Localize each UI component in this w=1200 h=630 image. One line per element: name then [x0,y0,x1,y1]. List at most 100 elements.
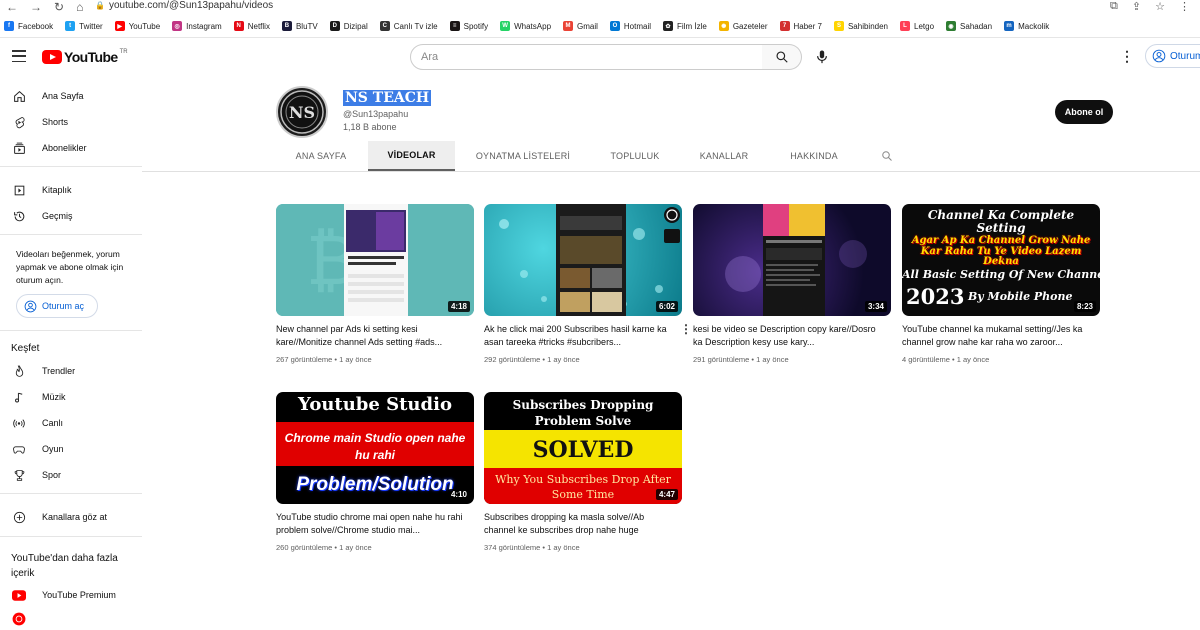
video-more-icon[interactable]: ⋮ [680,323,692,335]
video-title[interactable]: YouTube channel ka mukamal setting//Jes … [902,323,1092,349]
star-icon[interactable]: ☆ [1155,0,1165,13]
tab-home[interactable]: ANA SAYFA [282,141,360,171]
bookmark-item[interactable]: ≡ Spotify [449,21,488,31]
sidebar-item-label: YouTube Premium [42,590,116,600]
tab-playlists[interactable]: OYNATMA LİSTELERİ [467,141,579,171]
sidebar-item-label: Oyun [42,444,64,454]
settings-more-icon[interactable]: ⋮ [1120,48,1134,65]
video-title[interactable]: Subscribes dropping ka masla solve//Ab c… [484,511,674,537]
tab-videos[interactable]: VİDEOLAR [368,141,455,171]
signin-button[interactable]: Oturum [1145,44,1200,68]
sidebar-item-library[interactable]: Kitaplık [0,179,142,201]
video-thumbnail[interactable]: 3:34 [693,204,891,316]
thumbnail-graphic [725,204,867,316]
upload-age: 1 ay önce [339,355,372,364]
thumbnail-text: By Mobile Phone [968,290,1073,303]
bookmark-item[interactable]: W WhatsApp [500,21,551,31]
bookmark-item[interactable]: L Letgo [900,21,934,31]
bookmark-item[interactable]: ◎ Instagram [172,21,222,31]
bookmark-item[interactable]: O Hotmail [609,21,651,31]
video-thumbnail[interactable]: Youtube Studio Chrome main Studio open n… [276,392,474,504]
subscriber-count: 1,18 B abone [343,122,397,132]
address-bar[interactable]: 🔒 youtube.com/@Sun13papahu/videos [95,0,273,12]
bookmark-item[interactable]: C Canlı Tv izle [379,21,438,31]
install-icon[interactable]: ⧉ [1110,0,1118,13]
video-meta: 267 görüntüleme • 1 ay önce [276,355,372,364]
view-count: 291 görüntüleme [693,355,750,364]
bookmark-item[interactable]: ◉ Sahadan [946,21,992,31]
sidebar-item-sports[interactable]: Spor [0,464,142,486]
youtube-logo[interactable]: YouTube TR [42,49,128,65]
bookmark-item[interactable]: M Gmail [563,21,598,31]
bookmark-item[interactable]: ✿ Film İzle [663,21,707,31]
sidebar-item-browse-channels[interactable]: Kanallara göz at [0,506,142,528]
bookmark-item[interactable]: N Netflix [233,21,270,31]
bookmark-label: WhatsApp [514,21,552,31]
add-circle-icon [12,510,26,524]
bookmark-item[interactable]: B BluTV [281,21,318,31]
video-title[interactable]: YouTube studio chrome mai open nahe hu r… [276,511,466,537]
bookmark-label: Sahadan [960,21,993,31]
home-icon[interactable]: ⌂ [76,0,83,14]
sidebar-item-history[interactable]: Geçmiş [0,205,142,227]
video-thumbnail[interactable]: 6:02 [484,204,682,316]
sidebar-divider [0,493,142,494]
sidebar-item-subscriptions[interactable]: Abonelikler [0,137,142,159]
video-thumbnail[interactable]: Subscribes Dropping Problem Solve SOLVED… [484,392,682,504]
live-broadcast-icon [12,416,26,430]
bookmark-item[interactable]: S Sahibinden [833,21,888,31]
microphone-button[interactable] [812,47,832,67]
sidebar-item-shorts[interactable]: Shorts [0,111,142,133]
bookmark-item[interactable]: D Dizipal [329,21,368,31]
sidebar-item-gaming[interactable]: Oyun [0,438,142,460]
share-icon[interactable]: ⇪ [1132,0,1141,13]
trending-flame-icon [12,364,26,378]
bookmark-favicon-icon: ✿ [663,21,674,31]
back-arrow-icon[interactable]: ← [6,0,18,14]
bookmark-label: BluTV [295,21,318,31]
bookmark-label: Mackolik [1018,21,1050,31]
bookmark-item[interactable]: ▶ YouTube [114,21,160,31]
bookmark-item[interactable]: t Twitter [65,21,103,31]
sidebar-item-live[interactable]: Canlı [0,412,142,434]
bookmark-item[interactable]: f Facebook [4,21,53,31]
bookmark-item[interactable]: 7 Haber 7 [779,21,822,31]
video-thumbnail[interactable]: ₿ 4:18 [276,204,474,316]
bookmark-item[interactable]: m Mackolik [1004,21,1049,31]
more-icon[interactable]: ⋮ [1179,0,1190,13]
search-button[interactable] [762,44,802,70]
video-title[interactable]: Ak he click mai 200 Subscribes hasil kar… [484,323,674,349]
bookmarks-bar: f Facebook t Twitter ▶ YouTube ◎ Instagram N Netf… [4,18,1061,34]
thumbnail-text: Subscribes Dropping Problem Solve [512,398,654,428]
tab-about[interactable]: HAKKINDA [777,141,851,171]
thumbnail-graphic [499,204,680,316]
video-duration: 4:18 [447,301,470,312]
bookmark-favicon-icon: W [500,21,511,31]
sidebar-item-youtube-premium[interactable]: YouTube Premium [0,584,142,606]
forward-arrow-icon[interactable]: → [30,0,42,14]
search-icon [775,51,788,63]
video-title[interactable]: New channel par Ads ki setting kesi kare… [276,323,466,349]
video-title[interactable]: kesi be video se Description copy kare//… [693,323,883,349]
sidebar-signin-button[interactable]: Oturum aç [16,294,98,318]
tab-channels[interactable]: KANALLAR [687,141,761,171]
sidebar-item-music[interactable]: Müzik [0,386,142,408]
view-count: 260 görüntüleme [276,543,333,552]
sidebar-item-label: Ana Sayfa [42,91,84,101]
bookmark-item[interactable]: ✺ Gazeteler [718,21,768,31]
tab-community[interactable]: TOPLULUK [597,141,673,171]
channel-avatar[interactable]: NS [276,86,328,138]
video-thumbnail[interactable]: Channel Ka Complete Setting Agar Ap Ka C… [902,204,1100,316]
reload-icon[interactable]: ↻ [54,0,64,14]
sidebar-item-home[interactable]: Ana Sayfa [0,85,142,107]
channel-search-button[interactable] [876,141,898,171]
sidebar-divider [0,166,142,167]
video-duration: 4:47 [655,489,678,500]
search-input[interactable]: Ara [410,44,763,70]
bookmark-label: Dizipal [343,21,368,31]
menu-icon[interactable] [12,50,26,62]
bookmark-favicon-icon: ◉ [946,21,957,31]
sidebar-item-youtube-music[interactable] [0,608,142,630]
subscribe-button[interactable]: Abone ol [1055,100,1113,124]
sidebar-item-trending[interactable]: Trendler [0,360,142,382]
